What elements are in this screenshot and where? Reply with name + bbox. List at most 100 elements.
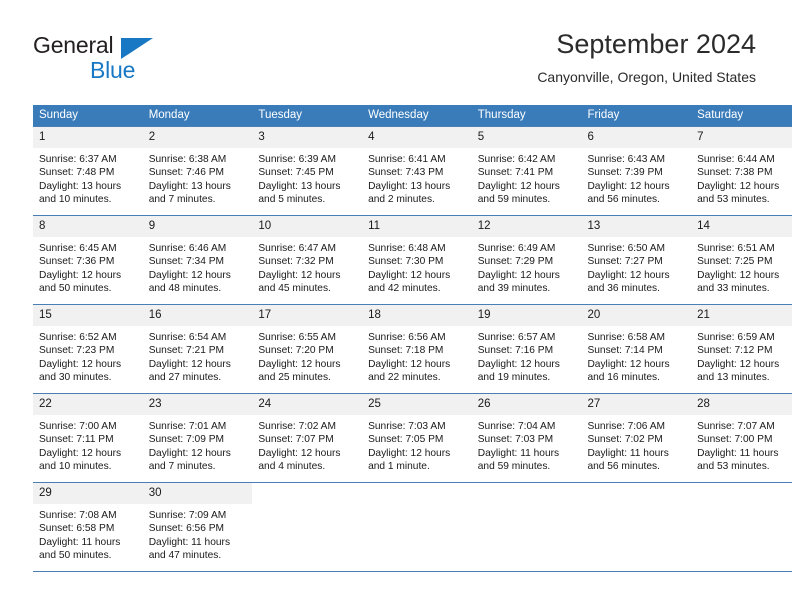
sunset-text: Sunset: 7:07 PM	[258, 434, 334, 446]
calendar-day-cell[interactable]: 16 Sunrise: 6:54 AM Sunset: 7:21 PM Dayligh…	[142, 304, 253, 394]
calendar-grid: Sunday Monday Tuesday Wednesday Thursday…	[33, 105, 792, 572]
day-details: Sunrise: 6:48 AM Sunset: 7:30 PM Daylight:…	[362, 237, 472, 296]
day-number: 13	[581, 216, 692, 237]
calendar-day-cell[interactable]: 9 Sunrise: 6:46 AM Sunset: 7:34 PM Daylight…	[142, 215, 253, 305]
day-number: 19	[471, 305, 582, 326]
sunrise-text: Sunrise: 7:06 AM	[587, 421, 666, 432]
daylight-text: Daylight: 12 hours and 19 minutes.	[477, 358, 560, 384]
calendar-day-cell[interactable]: 23 Sunrise: 7:01 AM Sunset: 7:09 PM Dayligh…	[142, 393, 253, 483]
day-details: Sunrise: 6:58 AM Sunset: 7:14 PM Daylight:…	[581, 326, 691, 385]
calendar-day-cell[interactable]: 24 Sunrise: 7:02 AM Sunset: 7:07 PM Dayligh…	[252, 393, 363, 483]
daylight-text: Daylight: 12 hours and 42 minutes.	[368, 269, 451, 295]
daylight-text: Daylight: 12 hours and 10 minutes.	[39, 447, 122, 473]
day-number	[252, 483, 363, 504]
weekday-header-sunday: Sunday	[33, 105, 143, 127]
calendar-day-cell[interactable]: 15 Sunrise: 6:52 AM Sunset: 7:23 PM Dayligh…	[33, 304, 143, 394]
day-number: 16	[142, 305, 253, 326]
sunset-text: Sunset: 7:11 PM	[39, 434, 114, 446]
sunset-text: Sunset: 7:02 PM	[587, 434, 663, 446]
calendar-day-cell[interactable]: 5 Sunrise: 6:42 AM Sunset: 7:41 PM Daylight…	[471, 126, 582, 216]
calendar-day-cell[interactable]: 13 Sunrise: 6:50 AM Sunset: 7:27 PM Dayligh…	[581, 215, 692, 305]
calendar-week-row: 15 Sunrise: 6:52 AM Sunset: 7:23 PM Dayligh…	[33, 304, 792, 394]
calendar-day-cell[interactable]: 6 Sunrise: 6:43 AM Sunset: 7:39 PM Daylight…	[581, 126, 692, 216]
calendar-week-row: 1 Sunrise: 6:37 AM Sunset: 7:48 PM Daylight…	[33, 126, 792, 216]
daylight-text: Daylight: 11 hours and 50 minutes.	[39, 536, 121, 562]
calendar-day-cell[interactable]: 14 Sunrise: 6:51 AM Sunset: 7:25 PM Dayligh…	[691, 215, 792, 305]
calendar-day-cell[interactable]: 21 Sunrise: 6:59 AM Sunset: 7:12 PM Dayligh…	[691, 304, 792, 394]
sunset-text: Sunset: 6:56 PM	[148, 523, 225, 535]
day-details: Sunrise: 7:09 AM Sunset: 6:56 PM Daylight:…	[143, 504, 253, 563]
page-header: General Blue September 2024 Canyonville,…	[0, 0, 792, 100]
calendar-day-cell[interactable]: 8 Sunrise: 6:45 AM Sunset: 7:36 PM Daylight…	[33, 215, 143, 305]
sunrise-text: Sunrise: 6:38 AM	[148, 154, 227, 165]
calendar-day-cell[interactable]: 11 Sunrise: 6:48 AM Sunset: 7:30 PM Dayligh…	[362, 215, 472, 305]
daylight-text: Daylight: 12 hours and 53 minutes.	[697, 180, 780, 206]
daylight-text: Daylight: 12 hours and 33 minutes.	[697, 269, 780, 295]
day-number: 20	[581, 305, 692, 326]
day-details: Sunrise: 6:43 AM Sunset: 7:39 PM Daylight:…	[581, 148, 691, 207]
calendar-week-row: 29 Sunrise: 7:08 AM Sunset: 6:58 PM Dayligh…	[33, 482, 792, 572]
calendar-header-row: Sunday Monday Tuesday Wednesday Thursday…	[33, 105, 792, 127]
calendar-day-cell[interactable]: 12 Sunrise: 6:49 AM Sunset: 7:29 PM Dayligh…	[471, 215, 582, 305]
calendar-day-cell[interactable]: 4 Sunrise: 6:41 AM Sunset: 7:43 PM Daylight…	[362, 126, 472, 216]
sunrise-text: Sunrise: 6:48 AM	[368, 243, 446, 254]
day-number: 5	[471, 127, 582, 148]
day-details: Sunrise: 6:54 AM Sunset: 7:21 PM Daylight:…	[143, 326, 253, 385]
sunset-text: Sunset: 7:48 PM	[39, 167, 115, 179]
day-number: 30	[142, 483, 253, 504]
day-number: 3	[252, 127, 363, 148]
weekday-header-wednesday: Wednesday	[362, 105, 472, 127]
weekday-header-friday: Friday	[581, 105, 692, 127]
day-number: 9	[142, 216, 253, 237]
sunset-text: Sunset: 7:23 PM	[39, 345, 115, 357]
day-details: Sunrise: 7:01 AM Sunset: 7:09 PM Daylight:…	[143, 415, 253, 474]
calendar-day-cell[interactable]: 17 Sunrise: 6:55 AM Sunset: 7:20 PM Dayligh…	[252, 304, 363, 394]
calendar-day-cell[interactable]: 2 Sunrise: 6:38 AM Sunset: 7:46 PM Daylight…	[142, 126, 253, 216]
calendar-day-cell[interactable]: 1 Sunrise: 6:37 AM Sunset: 7:48 PM Daylight…	[33, 126, 143, 216]
day-number: 29	[33, 483, 143, 504]
day-details: Sunrise: 6:55 AM Sunset: 7:20 PM Daylight:…	[252, 326, 362, 385]
calendar-day-cell[interactable]: 7 Sunrise: 6:44 AM Sunset: 7:38 PM Daylight…	[691, 126, 792, 216]
day-number: 2	[142, 127, 253, 148]
page-title: September 2024	[556, 29, 756, 59]
day-number: 11	[362, 216, 472, 237]
daylight-text: Daylight: 12 hours and 1 minute.	[368, 447, 451, 473]
calendar-day-cell[interactable]: 18 Sunrise: 6:56 AM Sunset: 7:18 PM Dayligh…	[362, 304, 472, 394]
day-details: Sunrise: 6:46 AM Sunset: 7:34 PM Daylight:…	[143, 237, 253, 296]
day-number	[581, 483, 692, 504]
day-details: Sunrise: 6:37 AM Sunset: 7:48 PM Daylight:…	[33, 148, 143, 207]
calendar-day-cell[interactable]: 22 Sunrise: 7:00 AM Sunset: 7:11 PM Dayligh…	[33, 393, 143, 483]
day-number: 7	[691, 127, 792, 148]
sunrise-text: Sunrise: 6:52 AM	[39, 332, 117, 343]
calendar-day-cell[interactable]: 19 Sunrise: 6:57 AM Sunset: 7:16 PM Dayligh…	[471, 304, 582, 394]
sunrise-text: Sunrise: 6:41 AM	[368, 154, 446, 165]
day-details: Sunrise: 7:00 AM Sunset: 7:11 PM Daylight:…	[33, 415, 143, 474]
calendar-day-cell[interactable]: 26 Sunrise: 7:04 AM Sunset: 7:03 PM Dayligh…	[471, 393, 582, 483]
day-number	[362, 483, 472, 504]
day-details: Sunrise: 6:45 AM Sunset: 7:36 PM Daylight:…	[33, 237, 143, 296]
day-number: 24	[252, 394, 363, 415]
daylight-text: Daylight: 11 hours and 47 minutes.	[148, 536, 231, 562]
day-number: 21	[691, 305, 792, 326]
sunrise-text: Sunrise: 6:43 AM	[587, 154, 666, 165]
calendar-day-cell[interactable]: 27 Sunrise: 7:06 AM Sunset: 7:02 PM Dayligh…	[581, 393, 692, 483]
sunrise-text: Sunrise: 7:00 AM	[39, 421, 117, 432]
daylight-text: Daylight: 13 hours and 10 minutes.	[39, 180, 122, 206]
calendar-day-cell[interactable]: 25 Sunrise: 7:03 AM Sunset: 7:05 PM Dayligh…	[362, 393, 472, 483]
calendar-day-cell[interactable]: 20 Sunrise: 6:58 AM Sunset: 7:14 PM Dayligh…	[581, 304, 692, 394]
day-number	[471, 483, 582, 504]
day-number: 26	[471, 394, 582, 415]
calendar-day-cell[interactable]: 28 Sunrise: 7:07 AM Sunset: 7:00 PM Dayligh…	[691, 393, 792, 483]
calendar-day-cell[interactable]: 3 Sunrise: 6:39 AM Sunset: 7:45 PM Daylight…	[252, 126, 363, 216]
sunset-text: Sunset: 7:30 PM	[368, 256, 444, 268]
daylight-text: Daylight: 12 hours and 13 minutes.	[697, 358, 780, 384]
calendar-day-cell[interactable]: 10 Sunrise: 6:47 AM Sunset: 7:32 PM Dayligh…	[252, 215, 363, 305]
sunset-text: Sunset: 7:00 PM	[697, 434, 773, 446]
calendar-day-cell[interactable]: 30 Sunrise: 7:09 AM Sunset: 6:56 PM Dayligh…	[142, 482, 253, 572]
daylight-text: Daylight: 12 hours and 25 minutes.	[258, 358, 341, 384]
daylight-text: Daylight: 12 hours and 30 minutes.	[39, 358, 122, 384]
day-number: 1	[33, 127, 143, 148]
page-location: Canyonville, Oregon, United States	[537, 69, 756, 85]
calendar-day-cell[interactable]: 29 Sunrise: 7:08 AM Sunset: 6:58 PM Dayligh…	[33, 482, 143, 572]
sunrise-text: Sunrise: 6:42 AM	[477, 154, 556, 165]
